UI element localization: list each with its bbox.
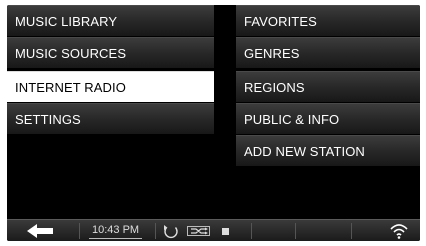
menu-item-music-sources[interactable]: MUSIC SOURCES — [7, 37, 214, 68]
back-button[interactable] — [23, 222, 59, 240]
divider — [79, 223, 80, 239]
divider — [155, 223, 156, 239]
menu-item-favorites[interactable]: FAVORITES — [236, 5, 420, 36]
menu-item-label: ADD NEW STATION — [244, 143, 365, 159]
menu-item-label: REGIONS — [244, 79, 305, 95]
menu-item-internet-radio[interactable]: INTERNET RADIO — [7, 71, 214, 102]
menu-item-label: INTERNET RADIO — [15, 79, 126, 95]
status-bar: 10:43 PM — [7, 219, 420, 241]
menu-item-label: SETTINGS — [15, 111, 81, 127]
clock: 10:43 PM — [89, 223, 143, 239]
menu-item-label: FAVORITES — [244, 13, 317, 29]
shuffle-icon — [187, 226, 210, 236]
menu-item-label: MUSIC LIBRARY — [15, 13, 118, 29]
divider — [251, 223, 252, 239]
radio-screen: MUSIC LIBRARY MUSIC SOURCES INTERNET RAD… — [7, 5, 420, 241]
menu-item-label: PUBLIC & INFO — [244, 111, 340, 127]
menu-item-genres[interactable]: GENRES — [236, 37, 420, 68]
wifi-icon — [390, 224, 408, 239]
menu-item-settings[interactable]: SETTINGS — [7, 103, 214, 134]
repeat-icon — [164, 225, 178, 239]
stop-button[interactable] — [219, 222, 233, 240]
menu-item-label: MUSIC SOURCES — [15, 45, 127, 61]
menu-item-public-info[interactable]: PUBLIC & INFO — [236, 103, 420, 134]
shuffle-button[interactable] — [185, 222, 213, 240]
divider — [351, 223, 352, 239]
wifi-status — [389, 222, 409, 240]
repeat-button[interactable] — [161, 222, 181, 240]
stop-icon — [222, 228, 229, 235]
menu-item-add-new-station[interactable]: ADD NEW STATION — [236, 135, 420, 166]
menu-item-regions[interactable]: REGIONS — [236, 71, 420, 102]
menu-item-music-library[interactable]: MUSIC LIBRARY — [7, 5, 214, 36]
divider — [295, 223, 296, 239]
menu-item-label: GENRES — [244, 45, 300, 61]
back-arrow-icon — [27, 224, 53, 238]
